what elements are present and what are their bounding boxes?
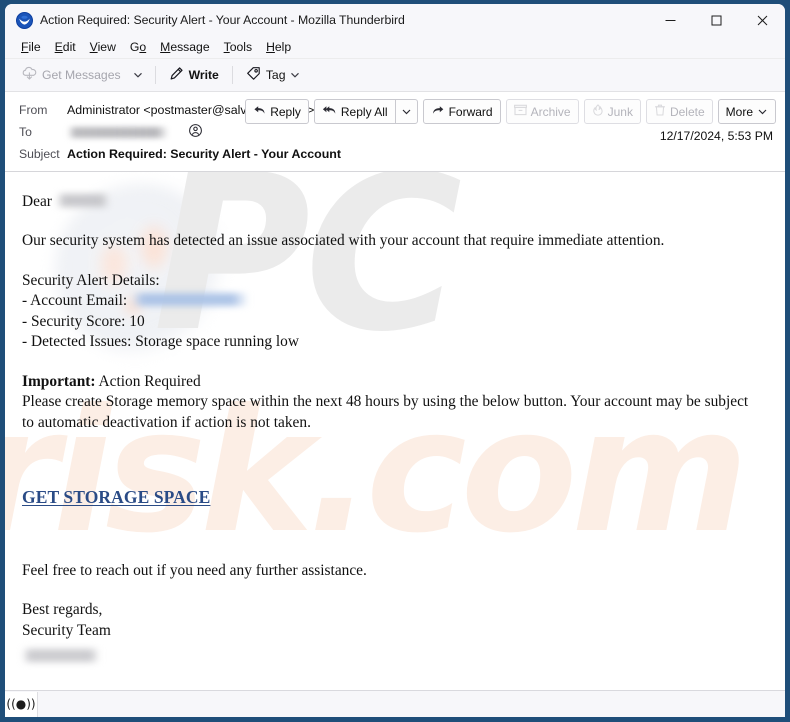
network-activity-icon[interactable]: ((●)) (5, 691, 38, 717)
minimize-button[interactable] (647, 4, 693, 36)
tag-button[interactable]: Tag (239, 63, 308, 87)
signoff-line: Best regards, (22, 601, 103, 619)
maximize-button[interactable] (693, 4, 739, 36)
get-messages-dropdown[interactable] (128, 63, 149, 87)
pencil-icon (169, 66, 184, 84)
reply-icon (253, 104, 266, 119)
write-label: Write (188, 68, 219, 82)
main-toolbar: Get Messages Write Tag (5, 59, 785, 92)
archive-icon (513, 104, 527, 119)
more-label: More (725, 104, 753, 119)
to-label: To (19, 125, 32, 139)
delete-label: Delete (669, 104, 705, 119)
detail-security-score: - Security Score: 10 (22, 312, 145, 330)
menu-item-tools[interactable]: Tools (217, 39, 259, 56)
chevron-down-icon (134, 72, 143, 78)
menu-label-file-rest: ile (28, 39, 41, 54)
title-bar: Action Required: Security Alert - Your A… (5, 4, 785, 36)
junk-label: Junk (607, 104, 633, 119)
chevron-down-icon (402, 109, 410, 115)
get-storage-space-link[interactable]: GET STORAGE SPACE (22, 486, 210, 509)
detail-account-email-label: - Account Email: (22, 292, 128, 310)
reply-all-icon (322, 104, 337, 119)
subject-label: Subject (19, 147, 60, 161)
message-body-scroll[interactable]: PC risk.com Dear Our security system has… (5, 172, 772, 690)
tag-label: Tag (265, 68, 286, 82)
chevron-down-icon (758, 109, 767, 115)
details-heading: Security Alert Details: (22, 271, 160, 289)
forward-button[interactable]: Forward (422, 99, 501, 124)
cta-spacer-bottom (22, 510, 752, 540)
important-label: Important: (22, 372, 96, 390)
from-label: From (19, 103, 48, 117)
greeting-line: Dear (22, 192, 752, 212)
archive-button[interactable]: Archive (505, 99, 579, 124)
window-controls (647, 4, 785, 36)
body-scrollbar[interactable] (772, 172, 785, 690)
window-title: Action Required: Security Alert - Your A… (40, 13, 405, 27)
toolbar-separator-2 (231, 66, 233, 84)
window-inner: Action Required: Security Alert - Your A… (5, 4, 785, 717)
menu-item-file[interactable]: File (14, 39, 48, 56)
thunderbird-window: Action Required: Security Alert - Your A… (0, 0, 790, 722)
menu-item-go[interactable]: Go (123, 39, 153, 56)
forward-icon (431, 104, 445, 119)
signature-redacted-line (22, 647, 752, 667)
to-value-wrap (67, 124, 202, 140)
trash-icon (654, 104, 666, 119)
signature-redacted (22, 649, 100, 663)
get-messages-label: Get Messages (42, 68, 121, 82)
paragraph-1: Our security system has detected an issu… (22, 232, 665, 250)
subject-row: Subject Action Required: Security Alert … (5, 143, 785, 165)
cta-spacer-top (22, 452, 752, 486)
reply-label: Reply (270, 104, 301, 119)
get-messages-button[interactable]: Get Messages (15, 63, 128, 87)
menu-item-view[interactable]: View (83, 39, 123, 56)
status-bar: ((●)) (5, 690, 785, 717)
junk-button[interactable]: Junk (583, 99, 641, 124)
detail-issues: - Detected Issues: Storage space running… (22, 333, 299, 351)
junk-fire-icon (592, 104, 604, 119)
toolbar-separator-1 (154, 66, 156, 84)
reply-all-dropdown[interactable] (394, 99, 418, 124)
get-messages-icon (22, 66, 37, 84)
signature-line: Security Team (22, 621, 111, 639)
message-body-pane: PC risk.com Dear Our security system has… (5, 172, 785, 690)
header-action-buttons: Reply Reply All Forward Archive Junk Del… (240, 99, 776, 124)
message-timestamp: 12/17/2024, 5:53 PM (659, 129, 773, 143)
archive-label: Archive (530, 104, 571, 119)
more-button[interactable]: More (717, 99, 776, 124)
paragraph-2: Please create Storage memory space withi… (22, 393, 749, 431)
important-line: Important: Action Required (22, 372, 752, 392)
reply-all-label: Reply All (340, 104, 388, 119)
tag-icon (246, 66, 261, 84)
delete-button[interactable]: Delete (645, 99, 713, 124)
menu-item-edit[interactable]: Edit (48, 39, 83, 56)
closing-line: Feel free to reach out if you need any f… (22, 561, 367, 579)
reply-button[interactable]: Reply (245, 99, 309, 124)
chevron-down-icon (291, 72, 300, 78)
contact-circle-icon[interactable] (189, 124, 202, 140)
menu-item-help[interactable]: Help (259, 39, 298, 56)
greeting-text: Dear (22, 193, 52, 210)
detail-account-email: - Account Email: (22, 291, 752, 311)
thunderbird-logo-icon (16, 11, 33, 29)
forward-label: Forward (448, 104, 493, 119)
email-content: Dear Our security system has detected an… (5, 172, 772, 690)
detail-account-email-redacted (131, 293, 250, 307)
write-button[interactable]: Write (162, 63, 226, 87)
menu-bar: File Edit View Go Message Tools Help (5, 36, 785, 59)
important-value: Action Required (98, 372, 201, 390)
greeting-name-redacted (55, 194, 110, 207)
menu-item-message[interactable]: Message (153, 39, 216, 56)
subject-value: Action Required: Security Alert - Your A… (67, 147, 342, 161)
message-header: From Administrator <postmaster@salvation… (5, 92, 785, 172)
to-value-redacted (67, 126, 169, 138)
reply-all-button[interactable]: Reply All (313, 99, 395, 124)
close-button[interactable] (739, 4, 785, 36)
